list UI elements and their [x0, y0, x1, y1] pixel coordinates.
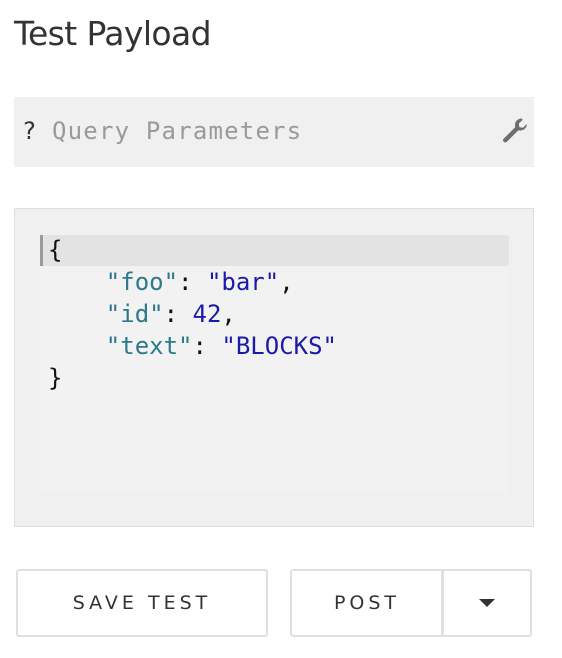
json-punct: ,: [279, 268, 294, 296]
json-punct: :: [192, 332, 222, 360]
query-prefix: ?: [22, 117, 37, 145]
payload-code-editor[interactable]: { "foo": "bar", "id": 42, "text": "BLOCK…: [40, 234, 509, 493]
code-line: "id": 42,: [48, 298, 236, 330]
json-key: "id": [105, 300, 164, 328]
json-number: 42: [192, 300, 222, 328]
json-punct: }: [48, 364, 63, 392]
json-string: "BLOCKS": [221, 332, 337, 360]
caret-down-icon: [479, 599, 495, 607]
json-key: "foo": [105, 268, 179, 296]
json-punct: :: [163, 300, 193, 328]
method-button[interactable]: POST: [292, 571, 442, 635]
json-punct: {: [48, 236, 63, 264]
payload-editor-panel: { "foo": "bar", "id": 42, "text": "BLOCK…: [14, 208, 534, 527]
code-line: "text": "BLOCKS": [48, 330, 337, 362]
method-split-button: POST: [290, 569, 532, 637]
query-parameters-input[interactable]: [52, 113, 492, 149]
save-test-button[interactable]: SAVE TEST: [16, 569, 268, 637]
code-line: }: [48, 362, 62, 394]
json-key: "text": [105, 332, 193, 360]
active-line-highlight: [40, 235, 509, 266]
json-punct: :: [178, 268, 207, 296]
code-line: "foo": "bar",: [48, 266, 294, 298]
query-parameters-bar: ?: [14, 97, 534, 167]
page-title: Test Payload: [14, 14, 212, 53]
method-dropdown-toggle[interactable]: [444, 571, 530, 635]
code-line: {: [48, 234, 62, 266]
wrench-icon[interactable]: [500, 116, 528, 144]
text-cursor: [40, 235, 43, 266]
json-punct: ,: [221, 300, 236, 328]
json-string: "bar": [206, 268, 280, 296]
